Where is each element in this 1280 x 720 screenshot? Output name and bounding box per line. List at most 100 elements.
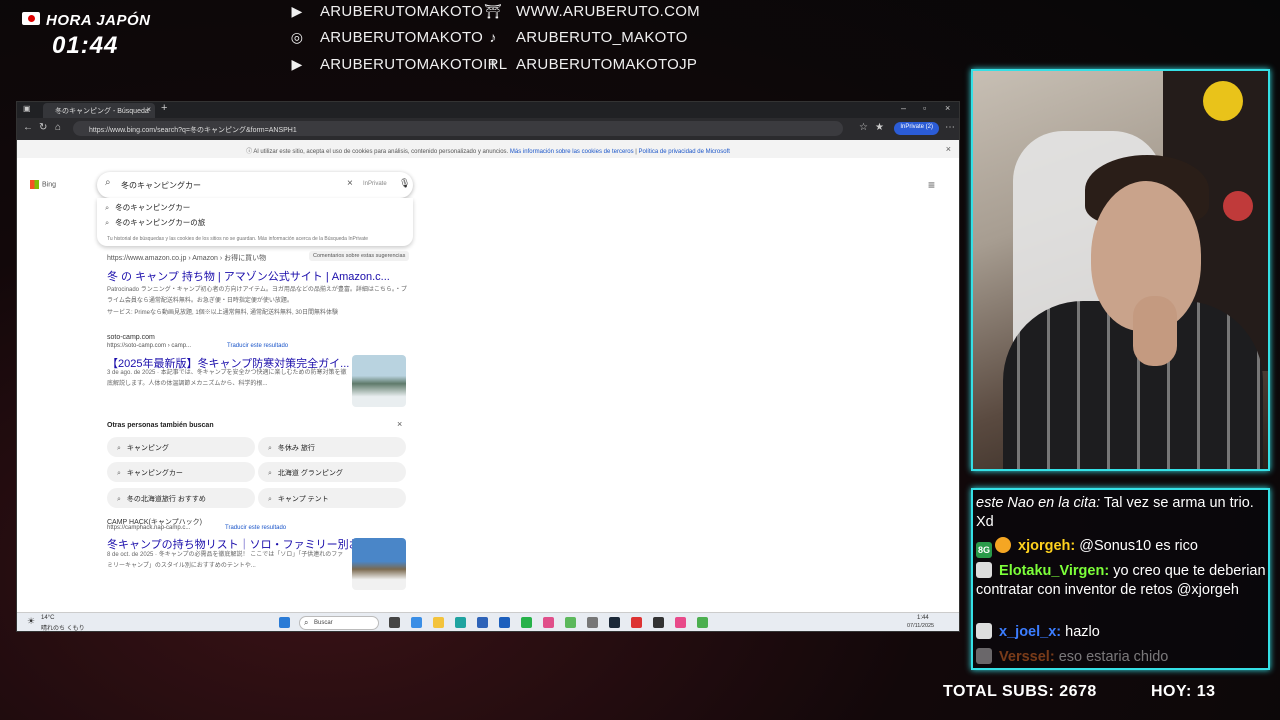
cookie-link[interactable]: Más información sobre las cookies de ter…: [510, 149, 634, 155]
today-subs: HOY: 13: [1151, 683, 1216, 700]
webcam-feed: [971, 69, 1270, 471]
chat-message: x_joel_x: hazlo: [976, 623, 1100, 642]
chat-message: 8G xjorgeh: @Sonus10 es rico: [976, 537, 1198, 558]
related-search-pill[interactable]: ⌕ 冬の北海道旅行 おすすめ: [107, 488, 255, 508]
obs-icon[interactable]: [653, 617, 664, 628]
tray-time[interactable]: 1:44: [917, 615, 929, 621]
result-snippet: 8 de oct. de 2025 · 冬キャンプの必需品を徹底解説！ ここでは…: [107, 552, 344, 569]
clear-search-icon[interactable]: ×: [347, 178, 353, 189]
outlook-icon[interactable]: [499, 617, 510, 628]
edge-icon[interactable]: [455, 617, 466, 628]
bing-logo[interactable]: Bing: [30, 180, 56, 189]
tab-actions-icon[interactable]: ▣: [23, 104, 31, 113]
app-icon[interactable]: [631, 617, 642, 628]
gift-badge-icon: [995, 537, 1011, 553]
inprivate-badge[interactable]: InPrivate (2): [894, 122, 939, 135]
chrome-icon[interactable]: [565, 617, 576, 628]
tiktok-icon: ♪: [489, 29, 497, 45]
torii-icon: ⛩: [484, 3, 503, 19]
sub-badge-icon: 8G: [976, 542, 992, 558]
related-search-pill[interactable]: ⌕ キャンプ テント: [258, 488, 406, 508]
feedback-button[interactable]: Comentarios sobre estas sugerencias: [309, 251, 410, 261]
taskbar-search[interactable]: Buscar: [299, 616, 379, 630]
cookie-banner: ⓘ Al utilizar este sitio, acepta el uso …: [17, 140, 959, 158]
tab-search[interactable]: 冬のキャンピング - Búsqueda ×: [43, 103, 155, 118]
steam-icon[interactable]: [609, 617, 620, 628]
privacy-link[interactable]: Política de privacidad de Microsoft: [639, 149, 730, 155]
weather-icon: ☀: [27, 616, 36, 626]
app-icon[interactable]: [587, 617, 598, 628]
related-search-pill[interactable]: ⌕ 冬休み 旅行: [258, 437, 406, 457]
chat-panel: este Nao en la cita: Tal vez se arma un …: [971, 488, 1270, 670]
result-thumbnail[interactable]: [352, 355, 406, 407]
app-icon[interactable]: [675, 617, 686, 628]
hamburger-menu-icon[interactable]: ≡: [928, 178, 935, 192]
app-icon[interactable]: [697, 617, 708, 628]
weather-temp[interactable]: 14°C: [41, 615, 54, 621]
related-search-pill[interactable]: ⌕ 北海道 グランピング: [258, 462, 406, 482]
settings-menu-icon[interactable]: ⋯: [945, 122, 955, 133]
back-button[interactable]: ←: [23, 122, 33, 133]
minimize-button[interactable]: –: [901, 103, 906, 113]
people-also-search-heading: Otras personas también buscan: [107, 422, 214, 429]
instagram-icon: ◎: [290, 29, 304, 45]
url-field[interactable]: https://www.bing.com/search?q=冬のキャンピング&f…: [73, 121, 843, 136]
fox-mask-icon: [976, 562, 992, 578]
weather-desc[interactable]: 晴れのち くもり: [41, 623, 85, 631]
result-url[interactable]: https://soto-camp.com › camp...: [107, 343, 191, 349]
new-tab-button[interactable]: +: [161, 102, 167, 114]
tab-bar: ▣ 冬のキャンピング - Búsqueda × + – ▫ ×: [17, 102, 959, 118]
taskbar: ☀ 14°C 晴れのち くもり Buscar 1:44 07/11/2025: [17, 612, 959, 631]
clock-label: HORA JAPÓN: [46, 12, 151, 29]
start-icon[interactable]: [279, 617, 290, 628]
translate-link[interactable]: Traducir este resultado: [227, 343, 288, 349]
favorites-icon[interactable]: ☆: [859, 122, 868, 133]
suggestion-note: Tu historial de búsquedas y las cookies …: [107, 236, 369, 242]
browser-window: ▣ 冬のキャンピング - Búsqueda × + – ▫ × ← ↻ ⌂ ht…: [16, 101, 960, 632]
chat-message: Verssel: eso estaria chido: [976, 648, 1168, 667]
result-site[interactable]: soto-camp.com: [107, 334, 155, 341]
youtube-icon: ▶: [291, 3, 303, 19]
result-snippet: Patrocinado ランニング・キャンプ初心者の方向けアイテム。ヨガ用品など…: [107, 287, 407, 304]
suggestion-dropdown: ⌕ 冬のキャンピングカー ⌕ 冬のキャンピングカーの旅 Tu historial d…: [97, 198, 413, 246]
whatsapp-icon[interactable]: [521, 617, 532, 628]
close-window-button[interactable]: ×: [945, 103, 950, 113]
refresh-button[interactable]: ↻: [39, 122, 47, 133]
close-tab-icon[interactable]: ×: [146, 105, 151, 114]
tray-date[interactable]: 07/11/2025: [907, 623, 934, 629]
fox-mask-icon: [976, 648, 992, 664]
address-bar: ← ↻ ⌂ https://www.bing.com/search?q=冬のキャ…: [17, 118, 959, 140]
result-title[interactable]: 冬 の キャンプ 持ち物 | アマゾン公式サイト | Amazon.c...: [107, 268, 390, 284]
search-icon: ⌕: [105, 177, 111, 188]
home-button[interactable]: ⌂: [55, 122, 61, 133]
japan-flag-icon: [22, 12, 40, 25]
result-url[interactable]: https://camphack.nap-camp.c...: [107, 525, 190, 531]
result-url[interactable]: https://www.amazon.co.jp › Amazon › お得に買…: [107, 253, 266, 263]
close-banner-icon[interactable]: ×: [946, 144, 951, 154]
microphone-icon[interactable]: 🎙: [399, 178, 410, 189]
related-search-pill[interactable]: ⌕ キャンピング: [107, 437, 255, 457]
clock-time: 01:44: [52, 32, 119, 59]
facebook-icon: f: [490, 56, 496, 72]
collections-icon[interactable]: ★: [875, 122, 884, 133]
task-view-icon[interactable]: [389, 617, 400, 628]
fox-mask-icon: [976, 623, 992, 639]
search-input[interactable]: ⌕ 冬のキャンピングカー × InPrivate 🎙: [97, 172, 413, 198]
close-icon[interactable]: ×: [397, 419, 402, 429]
app-icon[interactable]: [411, 617, 422, 628]
result-thumbnail[interactable]: [352, 538, 406, 590]
app-icon[interactable]: [543, 617, 554, 628]
maximize-button[interactable]: ▫: [923, 103, 926, 113]
app-icon[interactable]: [477, 617, 488, 628]
total-subs: TOTAL SUBS: 2678: [943, 683, 1097, 700]
file-explorer-icon[interactable]: [433, 617, 444, 628]
suggestion-item[interactable]: ⌕ 冬のキャンピングカーの旅: [105, 217, 205, 228]
related-search-pill[interactable]: ⌕ キャンピングカー: [107, 462, 255, 482]
chat-message: este Nao en la cita: Tal vez se arma un …: [976, 495, 1254, 530]
suggestion-item[interactable]: ⌕ 冬のキャンピングカー: [105, 202, 190, 213]
result-snippet: サービス: Primeなら動画見放題, 1個※以上通常無料, 通常配送料無料, …: [107, 310, 339, 316]
chat-message: Elotaku_Virgen: yo creo que te deberian …: [976, 562, 1266, 598]
result-snippet: 3 de ago. de 2025 · 本記事では、冬キャンプを安全かつ快適に楽…: [107, 370, 347, 387]
translate-link[interactable]: Traducir este resultado: [225, 525, 286, 531]
youtube-icon: ▶: [291, 56, 303, 72]
